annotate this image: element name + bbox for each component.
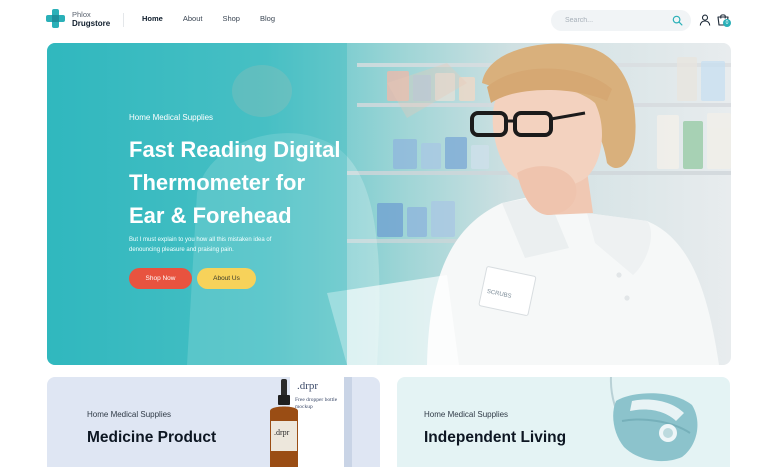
promo-card-subtitle: Home Medical Supplies	[87, 410, 172, 419]
site-header: Phlox Drugstore Home About Shop Blog 0	[0, 0, 777, 40]
user-icon[interactable]	[699, 14, 711, 26]
promo-card-subtitle: Home Medical Supplies	[424, 410, 509, 419]
bottle-label-text: .drpr	[274, 428, 290, 437]
hero-title-line: Fast Reading Digital	[129, 137, 341, 162]
box-brand-text: .drpr	[297, 380, 318, 392]
hero-title: Fast Reading Digital Thermometer for Ear…	[129, 133, 379, 232]
dropper-bottle-image: .drpr Free dropper bottle mockup .drpr	[270, 377, 352, 467]
brand-name-line1: Phlox	[72, 9, 91, 19]
search-icon[interactable]	[672, 15, 683, 26]
box-description-text: Free dropper bottle mockup	[295, 397, 338, 410]
promo-card-medicine[interactable]: Home Medical Supplies Medicine Product .…	[47, 377, 380, 467]
brand-logo[interactable]: Phlox Drugstore	[46, 9, 110, 28]
header-divider	[123, 13, 124, 27]
about-us-button[interactable]: About Us	[197, 268, 256, 289]
plus-logo-icon	[46, 9, 65, 28]
nav-home[interactable]: Home	[142, 14, 163, 23]
brand-name-line2: Drugstore	[72, 18, 111, 28]
promo-card-independent-living[interactable]: Home Medical Supplies Independent Living	[397, 377, 730, 467]
promo-card-title: Independent Living	[424, 429, 567, 446]
hero-banner: SCRUBS Home Medical Supplies Fast Readin…	[47, 43, 731, 365]
nav-blog[interactable]: Blog	[260, 14, 275, 23]
cart-count-badge: 0	[723, 19, 731, 27]
hero-description: But I must explain to you how all this m…	[129, 237, 272, 253]
brand-name: Phlox Drugstore	[72, 10, 110, 28]
search-box	[551, 10, 691, 31]
search-input[interactable]	[565, 14, 665, 27]
nav-about[interactable]: About	[183, 14, 203, 23]
shop-now-button[interactable]: Shop Now	[129, 268, 192, 289]
hero-subtitle: Home Medical Supplies	[129, 113, 214, 122]
promo-card-title: Medicine Product	[87, 429, 217, 446]
hero-title-line: Thermometer for	[129, 170, 306, 195]
nav-shop[interactable]: Shop	[222, 14, 240, 23]
hero-title-line: Ear & Forehead	[129, 203, 292, 228]
face-mask-image	[610, 377, 698, 462]
main-nav: Home About Shop Blog	[142, 14, 295, 23]
